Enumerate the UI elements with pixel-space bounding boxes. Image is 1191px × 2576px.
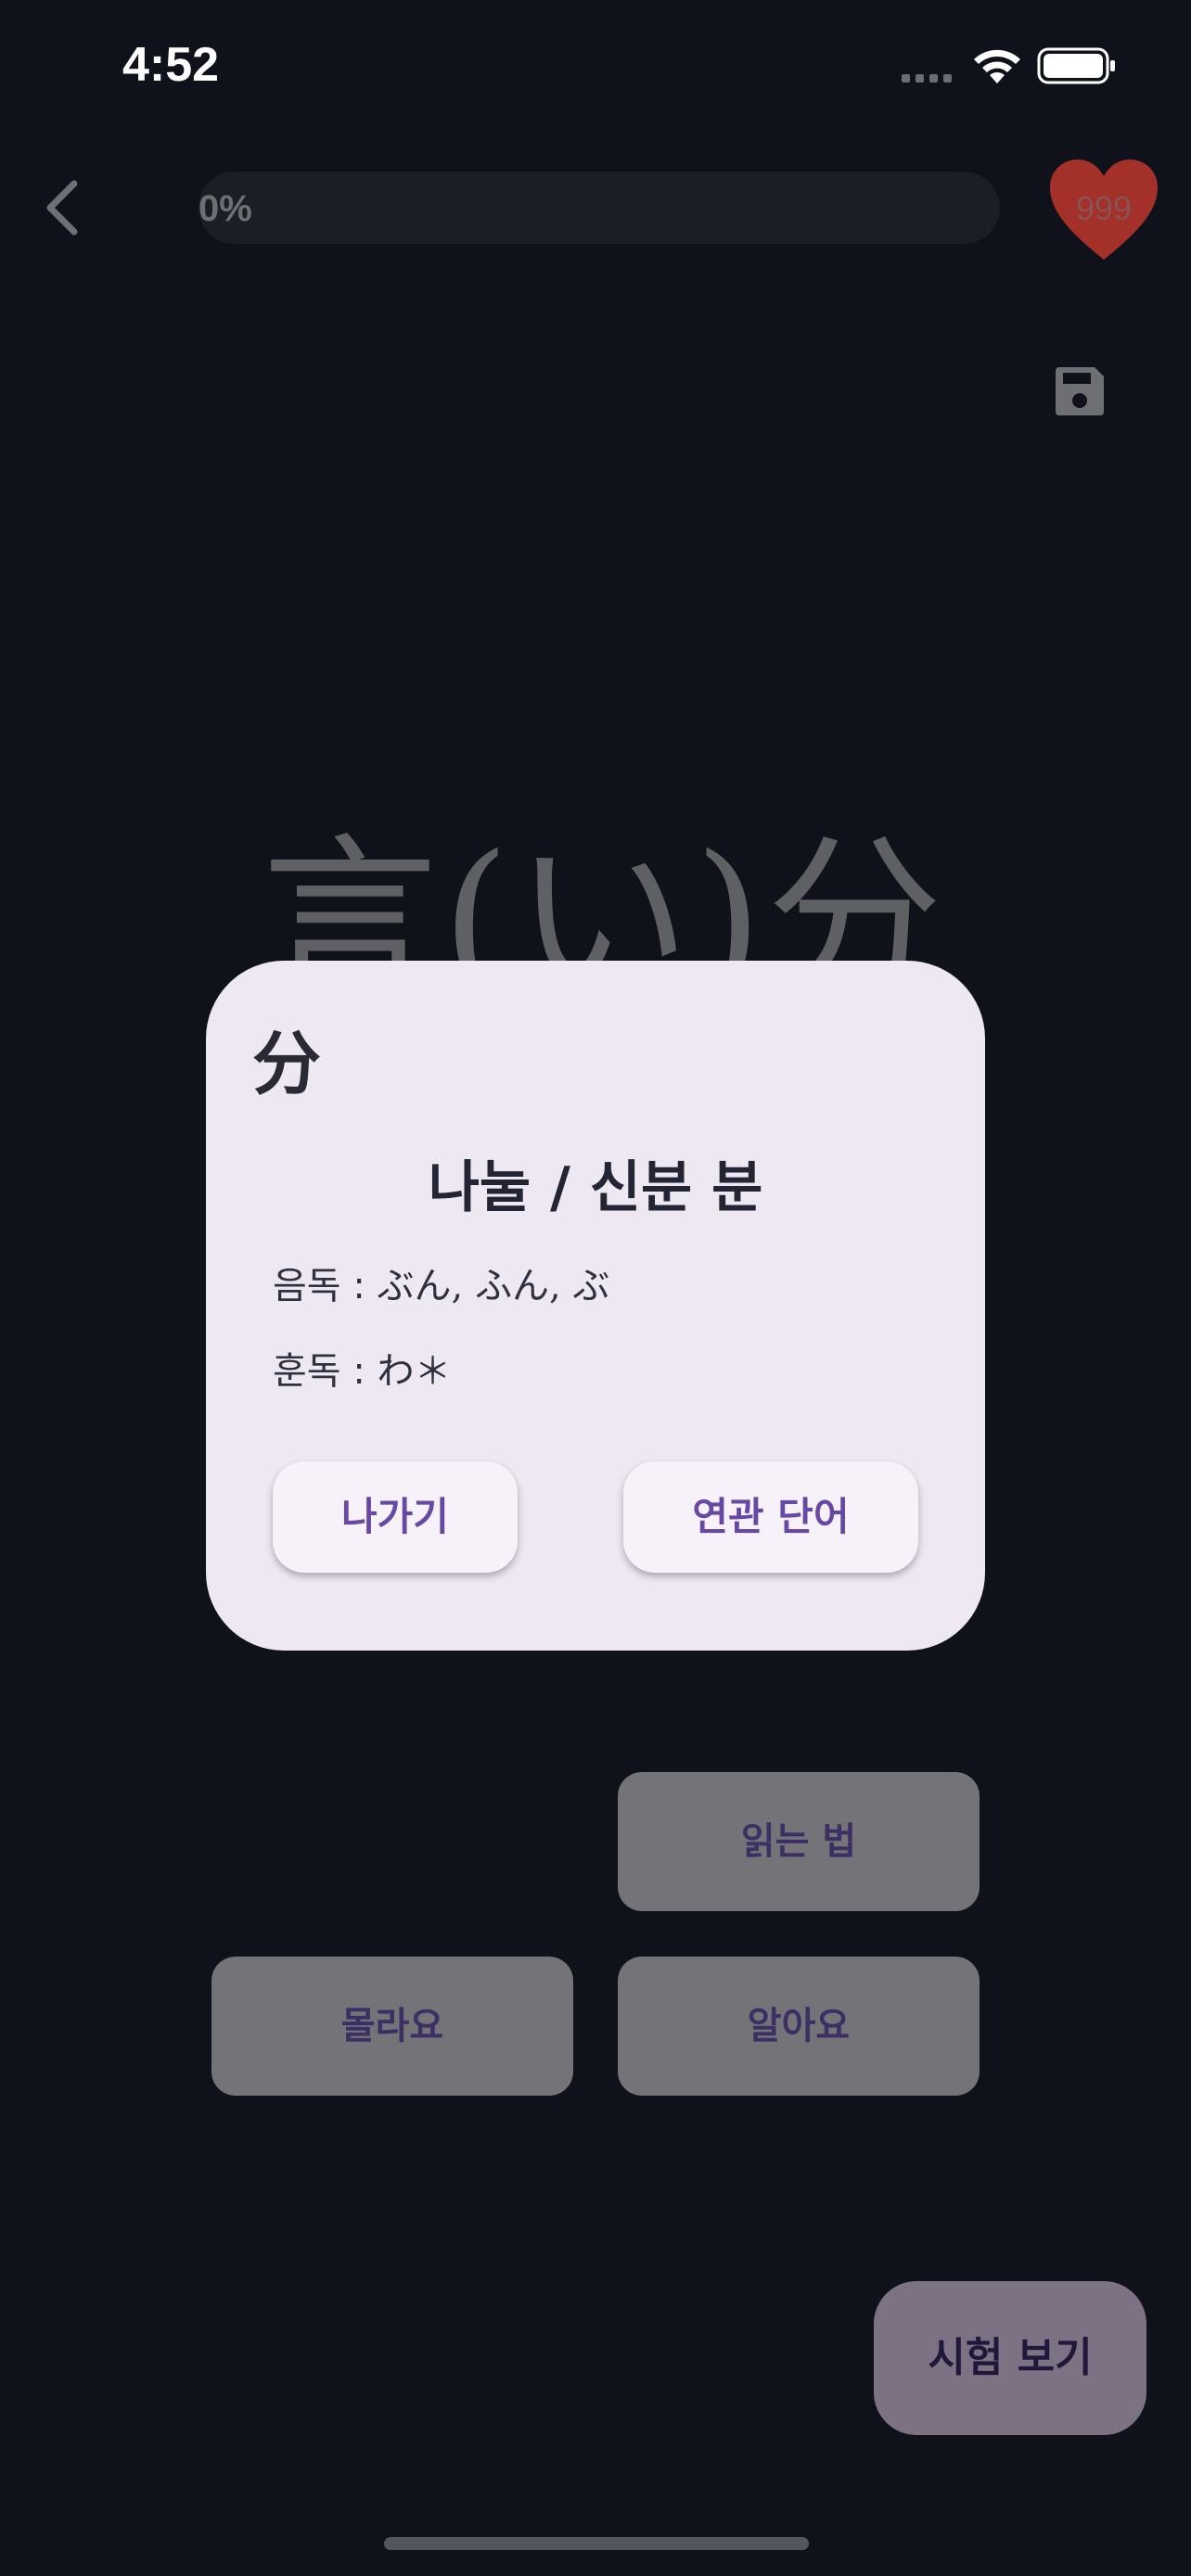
dont-know-button[interactable]: 몰라요 (211, 1957, 573, 2096)
know-button[interactable]: 알아요 (618, 1957, 980, 2096)
related-words-button[interactable]: 연관 단어 (623, 1461, 918, 1573)
progress-bar: 0% (198, 172, 1000, 244)
reading-button[interactable]: 읽는 법 (618, 1772, 980, 1911)
screen: 4:52 0% 999 言(い)分 읽는 법 몰라요 알아요 시험 보기 分 나… (0, 0, 1191, 2576)
kun-reading-value: わ＊ (377, 1350, 452, 1393)
wifi-icon (974, 49, 1020, 83)
on-reading-value: ぶん, ふん, ぶ (377, 1265, 610, 1307)
back-button[interactable] (33, 174, 93, 241)
kun-reading-row: 훈독 : わ＊ (273, 1341, 452, 1395)
dialog-kanji: 分 (252, 1025, 321, 1104)
test-button[interactable]: 시험 보기 (874, 2281, 1146, 2435)
battery-icon (1037, 47, 1115, 84)
status-time: 4:52 (122, 38, 220, 92)
on-reading-label: 음독 : (273, 1265, 378, 1307)
progress-label: 0% (198, 188, 252, 229)
on-reading-row: 음독 : ぶん, ふん, ぶ (273, 1256, 609, 1309)
kun-reading-label: 훈독 : (273, 1350, 378, 1393)
save-icon[interactable] (1052, 363, 1108, 419)
signal-icon (902, 74, 952, 83)
kanji-dialog: 分 나눌 / 신분 분 음독 : ぶん, ふん, ぶ 훈독 : わ＊ 나가기 연… (206, 961, 985, 1651)
dialog-meaning: 나눌 / 신분 분 (428, 1155, 763, 1220)
home-indicator[interactable] (384, 2537, 809, 2550)
exit-button[interactable]: 나가기 (273, 1461, 518, 1573)
lives-count: 999 (1075, 189, 1133, 227)
